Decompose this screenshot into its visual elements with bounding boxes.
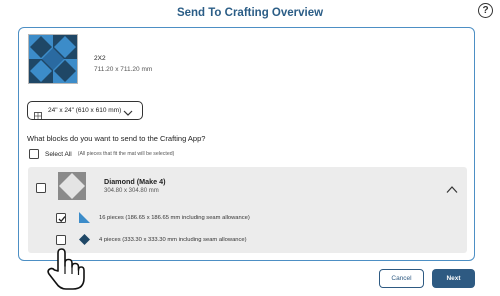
block-card: Diamond (Make 4) 304.80 x 304.80 mm 16 p… xyxy=(28,167,467,253)
chevron-up-icon[interactable] xyxy=(446,181,458,193)
piece-label: 4 pieces (333.30 x 333.30 mm including s… xyxy=(99,236,247,243)
piece-checkbox[interactable] xyxy=(56,234,66,245)
piece-checkbox[interactable] xyxy=(56,212,66,223)
next-button[interactable]: Next xyxy=(432,269,475,288)
design-name: 2X2 xyxy=(94,55,106,62)
design-dimensions: 711.20 x 711.20 mm xyxy=(94,66,153,73)
dialog-title: Send To Crafting Overview xyxy=(176,7,324,19)
piece-row: 16 pieces (186.65 x 186.65 mm including … xyxy=(56,211,250,224)
piece-label: 16 pieces (186.65 x 186.65 mm including … xyxy=(99,214,250,221)
select-all-note: (All pieces that fit the mat will be sel… xyxy=(77,151,175,157)
block-dimensions: 304.80 x 304.80 mm xyxy=(104,188,159,194)
mat-grid-icon xyxy=(34,107,42,120)
mat-size-value: 24" x 24" (610 x 610 mm) xyxy=(48,107,122,114)
cancel-button[interactable]: Cancel xyxy=(379,269,424,288)
block-name: Diamond (Make 4) xyxy=(104,177,166,186)
diamond-piece-icon xyxy=(78,233,91,246)
diamond-block-icon xyxy=(58,172,86,200)
blocks-question: What blocks do you want to send to the C… xyxy=(27,134,206,143)
select-all-checkbox[interactable] xyxy=(29,149,39,159)
overview-panel: 2X2 711.20 x 711.20 mm 24" x 24" (610 x … xyxy=(18,27,475,261)
help-icon[interactable]: ? xyxy=(478,3,493,18)
select-all-row: Select All (All pieces that fit the mat … xyxy=(29,149,174,159)
select-all-label: Select All xyxy=(45,150,72,158)
mat-size-select[interactable]: 24" x 24" (610 x 610 mm) xyxy=(27,101,143,120)
hand-pointer-icon xyxy=(44,247,86,291)
block-checkbox[interactable] xyxy=(36,183,46,193)
triangle-piece-icon xyxy=(78,211,91,224)
chevron-down-icon xyxy=(123,105,133,116)
piece-row: 4 pieces (333.30 x 333.30 mm including s… xyxy=(56,233,247,246)
design-thumbnail xyxy=(28,34,78,84)
